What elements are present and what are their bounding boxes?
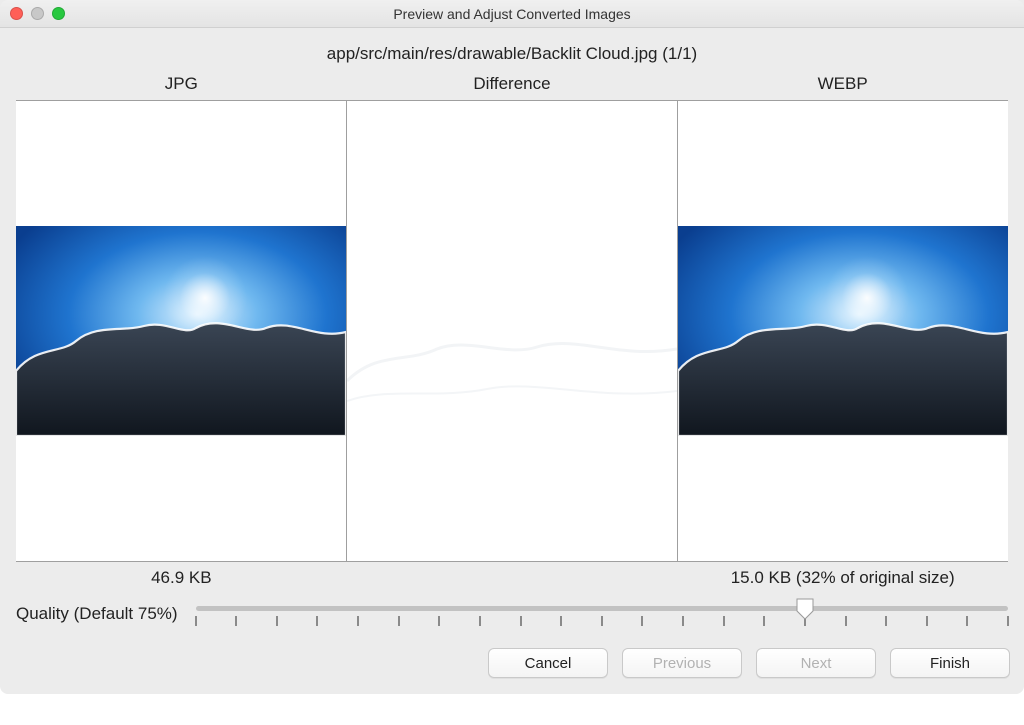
window-title: Preview and Adjust Converted Images: [0, 6, 1024, 22]
slider-track: [196, 606, 1008, 611]
source-size: 46.9 KB: [16, 568, 347, 588]
titlebar: Preview and Adjust Converted Images: [0, 0, 1024, 28]
converted-image: [678, 226, 1008, 436]
quality-row: Quality (Default 75%): [16, 596, 1008, 640]
size-labels: 46.9 KB 15.0 KB (32% of original size): [16, 562, 1008, 596]
dialog-preview-convert: Preview and Adjust Converted Images app/…: [0, 0, 1024, 694]
panel-converted: [677, 101, 1008, 561]
quality-slider[interactable]: [196, 596, 1008, 632]
maximize-icon[interactable]: [52, 7, 65, 20]
converted-size: 15.0 KB (32% of original size): [677, 568, 1008, 588]
close-icon[interactable]: [10, 7, 23, 20]
cancel-button[interactable]: Cancel: [488, 648, 608, 678]
header-difference: Difference: [347, 74, 678, 94]
window-controls: [0, 7, 65, 20]
finish-button[interactable]: Finish: [890, 648, 1010, 678]
header-jpg: JPG: [16, 74, 347, 94]
file-path: app/src/main/res/drawable/Backlit Cloud.…: [16, 38, 1008, 74]
difference-image: [347, 101, 677, 561]
file-index: (1/1): [662, 44, 697, 63]
preview-panels: [16, 100, 1008, 562]
previous-button[interactable]: Previous: [622, 648, 742, 678]
quality-label: Quality (Default 75%): [16, 604, 178, 624]
file-path-text: app/src/main/res/drawable/Backlit Cloud.…: [327, 44, 658, 63]
column-headers: JPG Difference WEBP: [16, 74, 1008, 100]
slider-ticks: [196, 616, 1008, 628]
source-image: [16, 226, 346, 436]
header-webp: WEBP: [677, 74, 1008, 94]
panel-difference: [346, 101, 677, 561]
panel-source: [16, 101, 346, 561]
next-button[interactable]: Next: [756, 648, 876, 678]
minimize-icon[interactable]: [31, 7, 44, 20]
content: app/src/main/res/drawable/Backlit Cloud.…: [0, 28, 1024, 640]
dialog-footer: Cancel Previous Next Finish: [0, 640, 1024, 694]
